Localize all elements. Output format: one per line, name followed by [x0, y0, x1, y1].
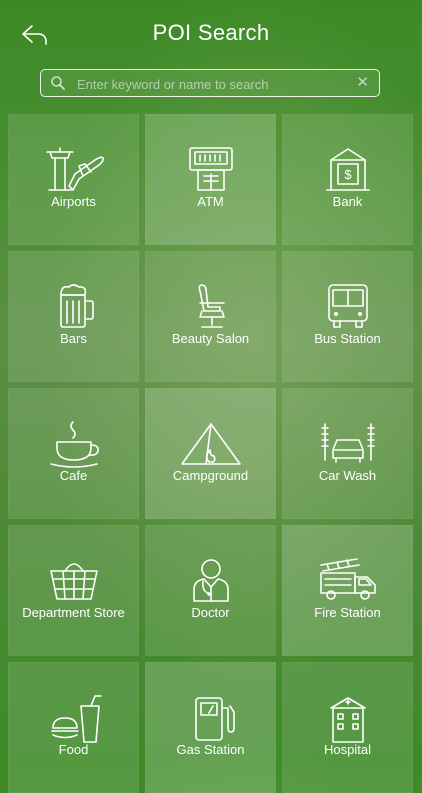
- category-tile-bars[interactable]: Bars: [8, 251, 139, 382]
- food-icon: [51, 695, 102, 743]
- coffee-cup-icon: [50, 421, 99, 468]
- clear-search-icon[interactable]: ✕: [356, 74, 369, 92]
- shopping-basket-icon: [50, 563, 98, 600]
- category-tile-cafe[interactable]: Cafe: [8, 388, 139, 519]
- search-input[interactable]: [75, 73, 349, 95]
- category-tile-beauty-salon[interactable]: Beauty Salon: [145, 251, 276, 382]
- beer-mug-icon: [60, 284, 94, 328]
- magnifier-icon: [51, 76, 65, 90]
- category-tile-hospital[interactable]: Hospital: [282, 662, 413, 793]
- category-tile-fire-station[interactable]: Fire Station: [282, 525, 413, 656]
- gas-pump-icon: [195, 697, 235, 741]
- category-label: Bus Station: [314, 331, 381, 346]
- category-label: Doctor: [191, 605, 230, 620]
- category-tile-doctor[interactable]: Doctor: [145, 525, 276, 656]
- category-label: Bars: [60, 331, 87, 346]
- doctor-icon: [193, 559, 229, 602]
- category-tile-department-store[interactable]: Department Store: [8, 525, 139, 656]
- search-bar: ✕: [40, 69, 380, 97]
- fire-truck-icon: [320, 558, 376, 600]
- category-label: Department Store: [22, 605, 125, 620]
- category-tile-food[interactable]: Food: [8, 662, 139, 793]
- salon-chair-icon: [198, 284, 225, 328]
- atm-icon: [189, 147, 233, 191]
- category-label: Airports: [51, 194, 96, 209]
- category-tile-bus-station[interactable]: Bus Station: [282, 251, 413, 382]
- category-label: Bank: [332, 194, 363, 209]
- page-title: POI Search: [152, 20, 270, 45]
- hospital-icon: [330, 697, 366, 743]
- category-tile-campground[interactable]: Campground: [145, 388, 276, 519]
- bus-icon: [328, 284, 368, 328]
- category-label: Beauty Salon: [171, 331, 250, 346]
- category-tile-gas-station[interactable]: Gas Station: [145, 662, 276, 793]
- category-tile-atm[interactable]: ATM: [145, 114, 276, 245]
- category-label: ATM: [197, 194, 224, 209]
- car-wash-icon: [321, 423, 375, 463]
- header-bar: POI Search: [0, 0, 422, 68]
- tent-icon: [181, 423, 241, 465]
- category-label: Fire Station: [314, 605, 381, 620]
- category-tile-car-wash[interactable]: Car Wash: [282, 388, 413, 519]
- airport-icon: [46, 147, 104, 191]
- category-label: Car Wash: [318, 468, 377, 483]
- category-tile-bank[interactable]: $ Bank: [282, 114, 413, 245]
- bank-icon: $: [326, 148, 370, 191]
- svg-text:$: $: [344, 167, 352, 182]
- category-label: Cafe: [59, 468, 88, 483]
- category-label: Campground: [172, 468, 249, 483]
- category-tile-airports[interactable]: Airports: [8, 114, 139, 245]
